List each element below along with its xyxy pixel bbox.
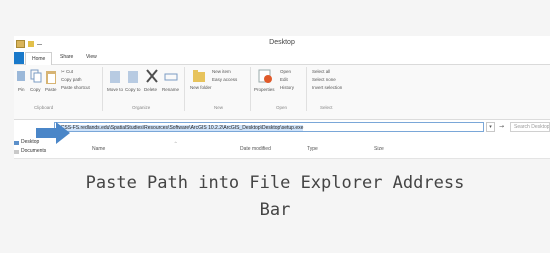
- address-path-text: \\CSS-FS.redlands.edu\SpatialStudies\Res…: [58, 125, 304, 131]
- scissors-icon: ✂: [61, 69, 65, 74]
- properties-button[interactable]: Properties: [254, 87, 275, 92]
- column-header-size[interactable]: Size: [374, 146, 384, 152]
- tab-share[interactable]: Share: [60, 54, 73, 60]
- file-list-area: Desktop Documents ^ Name Date modified T…: [14, 138, 550, 158]
- column-header-name[interactable]: Name: [92, 146, 105, 152]
- paste-button[interactable]: Paste: [45, 87, 57, 92]
- copy-path-button[interactable]: Copy path: [61, 77, 82, 82]
- new-folder-button[interactable]: New folder: [190, 85, 212, 91]
- documents-icon: [14, 149, 19, 154]
- ribbon: Pin Copy Paste ✂ Cut Copy path Paste sho…: [14, 65, 550, 120]
- pin-label: Pin: [18, 87, 25, 92]
- group-divider: [306, 67, 307, 111]
- new-group-label: New: [214, 105, 224, 110]
- nav-item-label: Desktop: [21, 139, 40, 145]
- column-header-date-modified[interactable]: Date modified: [240, 146, 271, 152]
- paste-shortcut-button[interactable]: Paste shortcut: [61, 85, 90, 90]
- chevron-down-icon: ▾: [489, 124, 492, 130]
- navigation-pane: Desktop Documents: [14, 138, 46, 156]
- select-all-button[interactable]: Select all: [312, 69, 330, 74]
- address-bar-input[interactable]: \\CSS-FS.redlands.edu\SpatialStudies\Res…: [54, 122, 484, 132]
- desktop-icon: [14, 140, 19, 145]
- group-divider: [102, 67, 103, 111]
- caption-line-1: Paste Path into File Explorer Address: [85, 173, 465, 193]
- tab-view[interactable]: View: [86, 54, 97, 60]
- column-header-type[interactable]: Type: [307, 146, 318, 152]
- tab-home[interactable]: Home: [25, 52, 53, 65]
- rename-icon[interactable]: [164, 69, 178, 85]
- tab-file[interactable]: [14, 52, 24, 64]
- cut-label: Cut: [66, 69, 74, 74]
- select-group-label: Select: [320, 105, 333, 110]
- sort-indicator-icon: ^: [174, 141, 178, 146]
- window-title: Desktop: [269, 39, 295, 46]
- arrow-right-icon: →: [498, 123, 505, 130]
- invert-selection-button[interactable]: Invert selection: [312, 85, 342, 90]
- group-divider: [184, 67, 185, 111]
- title-bar: Desktop: [14, 36, 550, 52]
- nav-item-documents[interactable]: Documents: [14, 147, 46, 156]
- new-item-button[interactable]: New item: [212, 69, 231, 74]
- copy-to-button[interactable]: Copy to: [125, 87, 141, 92]
- pin-icon[interactable]: [16, 69, 26, 83]
- copy-icon[interactable]: [30, 69, 42, 83]
- go-button[interactable]: →: [497, 122, 506, 132]
- paste-icon[interactable]: [45, 69, 57, 85]
- edit-button[interactable]: Edit: [280, 77, 288, 82]
- open-group-label: Open: [276, 105, 288, 110]
- move-to-icon[interactable]: [108, 69, 122, 85]
- group-divider: [250, 67, 251, 111]
- organize-group-label: Organize: [132, 105, 151, 110]
- address-row: \\CSS-FS.redlands.edu\SpatialStudies\Res…: [14, 120, 550, 136]
- copy-to-icon[interactable]: [126, 69, 140, 85]
- tutorial-card: Desktop Home Share View Pin Copy Paste ✂…: [0, 0, 550, 253]
- open-button[interactable]: Open: [280, 69, 291, 74]
- nav-item-label: Documents: [21, 148, 47, 154]
- cut-button[interactable]: ✂ Cut: [61, 69, 73, 75]
- delete-icon[interactable]: [145, 68, 159, 84]
- delete-button[interactable]: Delete: [144, 87, 157, 92]
- easy-access-button[interactable]: Easy access: [212, 77, 237, 82]
- nav-item-desktop[interactable]: Desktop: [14, 138, 46, 147]
- new-folder-icon[interactable]: [192, 68, 206, 84]
- caption-line-2: Bar: [259, 200, 291, 220]
- clipboard-group-label: Clipboard: [34, 105, 54, 110]
- address-dropdown-button[interactable]: ▾: [486, 122, 495, 132]
- move-to-button[interactable]: Move to: [107, 87, 123, 92]
- ribbon-tabs: Home Share View: [14, 52, 550, 65]
- file-explorer-screenshot: Desktop Home Share View Pin Copy Paste ✂…: [14, 36, 550, 159]
- history-button[interactable]: History: [280, 85, 294, 90]
- select-none-button[interactable]: Select none: [312, 77, 336, 82]
- caption: Paste Path into File Explorer Address Ba…: [0, 170, 550, 224]
- rename-button[interactable]: Rename: [162, 87, 179, 92]
- copy-label: Copy: [30, 87, 41, 92]
- properties-icon[interactable]: [258, 68, 272, 84]
- search-input[interactable]: Search Desktop: [510, 122, 550, 132]
